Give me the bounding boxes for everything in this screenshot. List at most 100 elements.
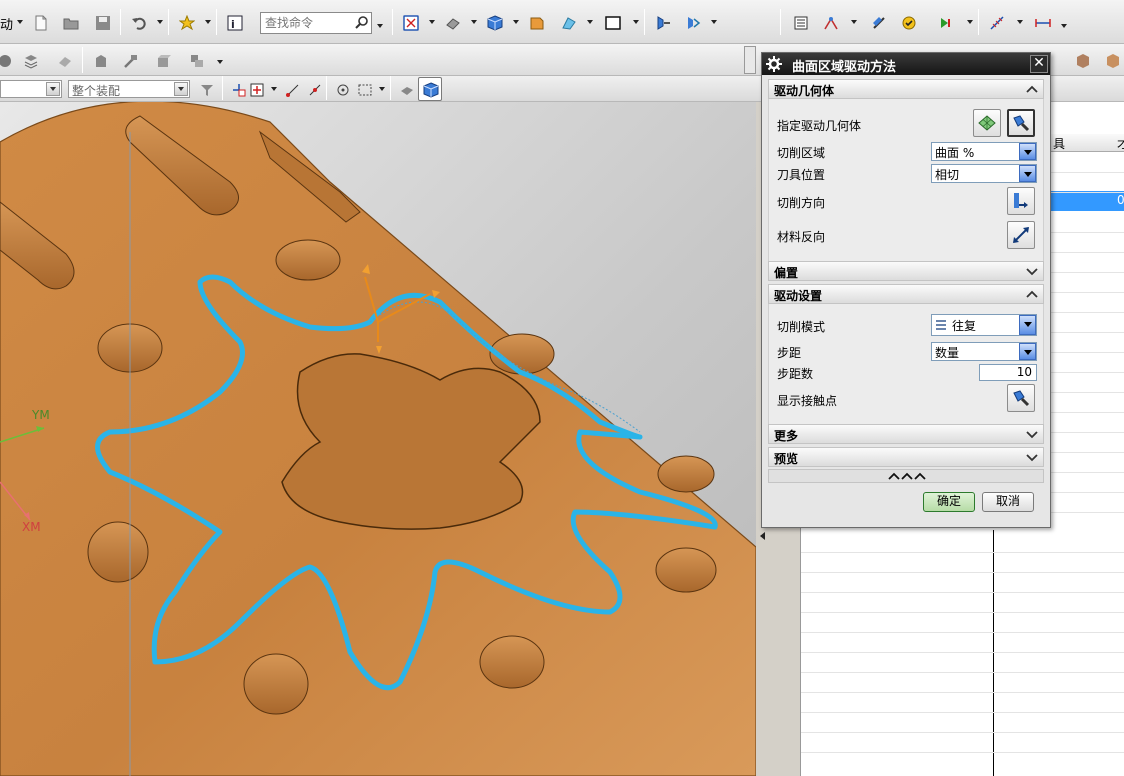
chevron-down-icon[interactable] — [1016, 18, 1024, 26]
tool-position-select[interactable]: 相切 — [931, 164, 1037, 183]
close-button[interactable]: ✕ — [1030, 55, 1048, 73]
table-row[interactable] — [801, 672, 1124, 673]
open-folder-button[interactable] — [58, 10, 82, 34]
new-file-button[interactable] — [28, 10, 52, 34]
table-row[interactable] — [801, 712, 1124, 713]
iso-view-button[interactable] — [418, 77, 442, 101]
ribbon-tool-5[interactable] — [1070, 48, 1094, 72]
point-snap-button[interactable] — [244, 77, 268, 101]
chevron-down-icon[interactable] — [632, 18, 640, 26]
cancel-button[interactable]: 取消 — [982, 492, 1034, 512]
wcs-button[interactable] — [556, 10, 580, 34]
shade-button[interactable] — [52, 48, 76, 72]
gear-part-button[interactable] — [0, 48, 16, 72]
expand-all-bar[interactable] — [768, 469, 1044, 483]
shaded-view-button[interactable] — [394, 77, 418, 101]
ribbon-tool-6[interactable] — [1100, 48, 1124, 72]
machine-tool-button[interactable] — [818, 10, 842, 34]
tool-c-button[interactable] — [150, 48, 174, 72]
generate-path-button[interactable] — [866, 10, 890, 34]
operation-nav-button[interactable] — [788, 10, 812, 34]
render-style-button[interactable] — [440, 10, 464, 34]
section-drive-geometry[interactable]: 驱动几何体 — [768, 79, 1044, 99]
search-icon[interactable] — [354, 15, 370, 31]
verify-button[interactable] — [896, 10, 920, 34]
clip-button[interactable] — [680, 10, 704, 34]
tool-a-button[interactable] — [88, 48, 112, 72]
ok-button[interactable]: 确定 — [923, 492, 975, 512]
section-preview[interactable]: 预览 — [768, 447, 1044, 467]
tool-d-button[interactable] — [184, 48, 208, 72]
section-button[interactable] — [650, 10, 674, 34]
chevron-down-icon[interactable] — [850, 18, 858, 26]
cut-area-select[interactable]: 曲面 % — [931, 142, 1037, 161]
chevron-down-icon[interactable] — [204, 18, 212, 26]
undo-button[interactable] — [126, 10, 150, 34]
chevron-down-icon[interactable] — [966, 18, 974, 26]
layer-button[interactable] — [524, 10, 548, 34]
chevron-down-icon[interactable] — [710, 18, 718, 26]
section-drive-settings[interactable]: 驱动设置 — [768, 284, 1044, 304]
table-row[interactable] — [801, 652, 1124, 653]
selected-row[interactable]: 0 — [1051, 191, 1124, 211]
table-row[interactable] — [801, 612, 1124, 613]
section-more[interactable]: 更多 — [768, 424, 1044, 444]
step-count-input[interactable]: 10 — [979, 364, 1037, 381]
gear-icon[interactable] — [766, 56, 782, 72]
chevron-down-icon[interactable] — [378, 85, 386, 93]
column-header-tool: 具 — [1053, 137, 1066, 151]
chevron-down-icon[interactable] — [156, 18, 164, 26]
graphics-viewport[interactable]: YM XM — [0, 102, 756, 776]
endpoint-snap-button[interactable] — [280, 77, 304, 101]
select-surface-button[interactable] — [973, 109, 1001, 137]
chevron-down-icon[interactable] — [16, 18, 24, 26]
chevron-down-icon[interactable] — [512, 18, 520, 26]
chevron-down-icon[interactable] — [270, 85, 278, 93]
chevron-down-icon[interactable] — [216, 58, 224, 66]
chevron-down-icon[interactable] — [586, 18, 594, 26]
view-orient-button[interactable] — [482, 10, 506, 34]
layers-button[interactable] — [18, 48, 42, 72]
toolbar-grip[interactable] — [744, 46, 756, 74]
table-row[interactable] — [801, 632, 1124, 633]
display-geometry-button[interactable] — [1007, 109, 1035, 137]
midpoint-snap-button[interactable] — [302, 77, 326, 101]
measure-button[interactable] — [1030, 10, 1054, 34]
coord-system-button[interactable] — [984, 10, 1008, 34]
star-tool-button[interactable] — [174, 10, 198, 34]
dialog-title-bar[interactable]: 曲面区域驱动方法 ✕ — [762, 53, 1050, 75]
type-filter-select[interactable] — [0, 80, 62, 98]
material-reverse-button[interactable] — [1007, 221, 1035, 249]
collapse-arrow-icon[interactable] — [760, 532, 765, 540]
chevron-down-icon[interactable] — [376, 22, 384, 30]
cut-mode-select[interactable]: 往复 — [931, 314, 1037, 336]
selected-row-value: 0 — [1117, 193, 1124, 207]
filter-options-button[interactable] — [194, 77, 218, 101]
circle-select-button[interactable] — [330, 77, 354, 101]
chevron-down-icon[interactable] — [1060, 22, 1068, 30]
table-row[interactable] — [801, 692, 1124, 693]
post-process-button[interactable] — [934, 10, 958, 34]
chevron-down-icon[interactable] — [428, 18, 436, 26]
svg-text:i: i — [231, 18, 235, 31]
fit-view-button[interactable] — [398, 10, 422, 34]
info-button[interactable]: i — [222, 10, 246, 34]
table-row[interactable] — [801, 732, 1124, 733]
chevron-down-icon[interactable] — [470, 18, 478, 26]
tool-b-button[interactable] — [118, 48, 142, 72]
rect-select-button[interactable] — [600, 10, 624, 34]
scope-filter-select[interactable]: 整个装配 — [68, 80, 190, 98]
cut-direction-button[interactable] — [1007, 187, 1035, 215]
menu-fragment[interactable]: 动 — [0, 14, 13, 33]
save-button[interactable] — [90, 10, 114, 34]
machine-tool-icon — [824, 17, 838, 30]
table-row[interactable] — [801, 752, 1124, 753]
table-row[interactable] — [801, 572, 1124, 573]
section-offset[interactable]: 偏置 — [768, 261, 1044, 281]
box-select-button[interactable] — [352, 77, 376, 101]
table-row[interactable] — [801, 552, 1124, 553]
stepover-select[interactable]: 数量 — [931, 342, 1037, 361]
table-row[interactable] — [801, 592, 1124, 593]
layer-icon — [530, 17, 544, 30]
show-contact-button[interactable] — [1007, 384, 1035, 412]
